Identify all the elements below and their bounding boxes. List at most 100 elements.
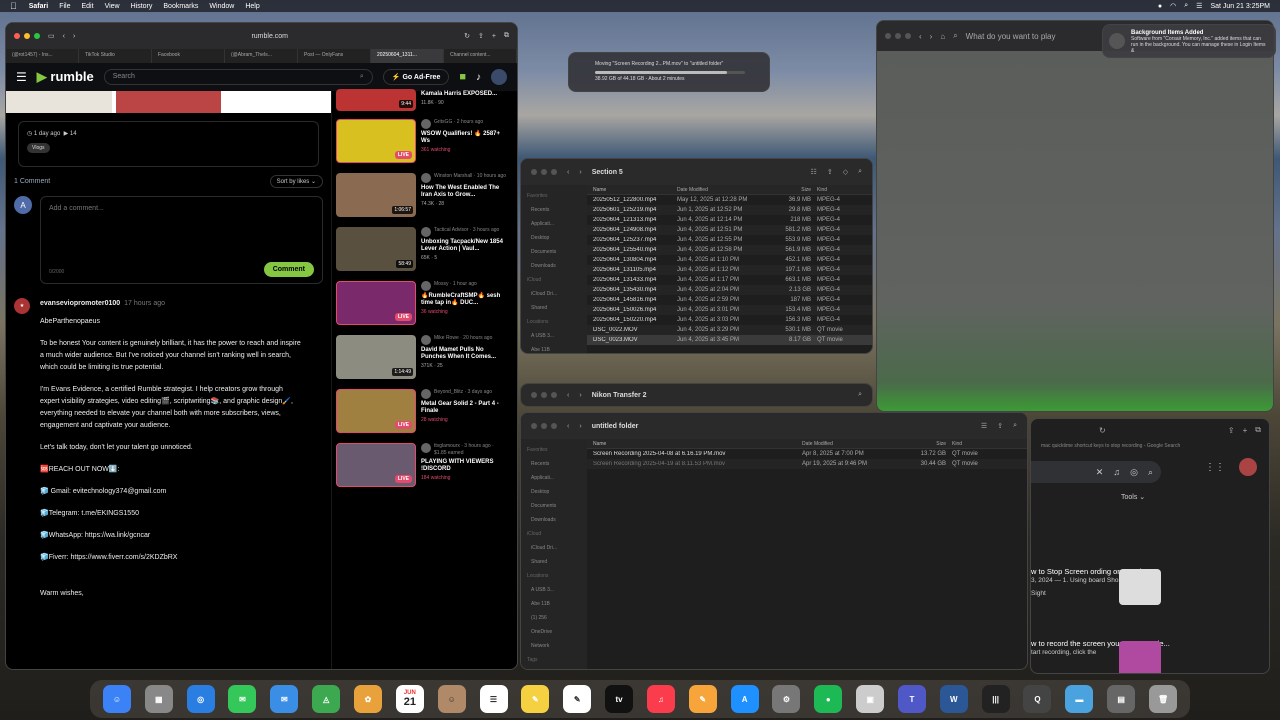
dock-calendar-icon[interactable]: JUN 21 (395, 685, 424, 713)
sidebar-item[interactable]: Shared (527, 555, 581, 569)
share-icon[interactable]: ⇪ (827, 168, 833, 176)
dock-preview-icon[interactable]: ▣ (856, 685, 885, 713)
dock-settings-icon[interactable]: ⚙ (772, 685, 801, 713)
dock-tv-icon[interactable]: tv (605, 685, 634, 713)
file-row[interactable]: 20250604_131433.mp4 Jun 4, 2025 at 1:17 P… (587, 275, 872, 285)
sidebar-item[interactable]: A USB 3... (527, 329, 581, 343)
tab-overview-icon[interactable]: ⧉ (504, 32, 509, 40)
dock-notes-icon[interactable]: ✎ (521, 685, 550, 713)
sidebar-item[interactable]: (1) 256 (527, 611, 581, 625)
video-thumbnail[interactable]: LIVE (336, 281, 416, 325)
video-thumbnail[interactable]: 1:06:57 (336, 173, 416, 217)
tab-overview-icon[interactable]: ⧉ (1255, 425, 1261, 435)
file-row[interactable]: 20250604_150026.mp4 Jun 4, 2025 at 3:01 P… (587, 305, 872, 315)
sidebar-item[interactable]: Downloads (527, 259, 581, 273)
commenter-avatar[interactable]: ★ (14, 298, 30, 314)
forward-icon[interactable]: › (579, 423, 581, 430)
dock-finder-icon[interactable]: ☺ (102, 685, 131, 713)
video-thumbnail[interactable]: LIVE (336, 119, 416, 163)
video-thumbnail[interactable]: LIVE (336, 443, 416, 487)
col-name[interactable]: Name (587, 441, 802, 447)
search-icon[interactable]: ⌕ (360, 73, 364, 81)
search-icon[interactable]: ⌕ (858, 391, 862, 399)
dock-downloads-icon[interactable]: ▤ (1107, 685, 1136, 713)
address-bar[interactable]: rumble.com (251, 33, 288, 40)
dock-pages-icon[interactable]: ✎ (688, 685, 717, 713)
menu-history[interactable]: History (131, 3, 153, 10)
related-thumb[interactable] (6, 91, 112, 113)
status-search-icon[interactable]: ⌕ (1184, 2, 1188, 10)
sidebar-item[interactable]: OneDrive (527, 625, 581, 639)
video-title[interactable]: David Mamet Pulls No Punches When It Com… (421, 347, 507, 361)
dock-app-store-icon[interactable]: A (730, 685, 759, 713)
upload-icon[interactable]: ■ (459, 71, 466, 83)
back-icon[interactable]: ‹ (63, 33, 65, 40)
related-thumb[interactable] (225, 91, 331, 113)
sidebar-item[interactable]: iCloud Dri... (527, 287, 581, 301)
dock-messages-icon[interactable]: ✉ (228, 685, 257, 713)
hamburger-menu-icon[interactable]: ☰ (16, 70, 27, 84)
sidebar-item[interactable]: Applicati... (527, 217, 581, 231)
col-date[interactable]: Date Modified (802, 441, 892, 447)
sidebar-item[interactable]: Abe 11B (527, 597, 581, 611)
dock-spotify-icon[interactable]: ● (814, 685, 843, 713)
video-card[interactable]: 1:14:49 Mike Rowe · 20 hours ago David Ma… (336, 335, 507, 381)
video-title[interactable]: PLAYING WITH VIEWERS !DISCORD (421, 459, 507, 473)
back-icon[interactable]: ‹ (919, 32, 922, 41)
dock-quicktime-icon[interactable]: Q (1023, 685, 1052, 713)
sidebar-item[interactable]: Documents (527, 245, 581, 259)
go-adfree-button[interactable]: ⚡ Go Ad-Free (382, 69, 450, 85)
video-card[interactable]: 9:44 Kamala Harris EXPOSED... 11.8K · 90 (336, 89, 507, 111)
window-controls[interactable] (531, 423, 557, 429)
back-icon[interactable]: ‹ (567, 423, 569, 430)
back-icon[interactable]: ‹ (567, 392, 569, 399)
menu-file[interactable]: File (59, 3, 70, 10)
sidebar-item[interactable]: Abe 11B (527, 343, 581, 353)
dock-freeform-icon[interactable]: ✎ (563, 685, 592, 713)
apps-grid-icon[interactable]: ⋮⋮ (1205, 462, 1225, 473)
window-controls[interactable] (885, 33, 911, 39)
video-card[interactable]: LIVE ttvglamourx · 3 hours ago · $1.85 e… (336, 443, 507, 489)
tab-youtube[interactable]: Channel content... (444, 49, 517, 63)
dock-reminders-icon[interactable]: ☰ (479, 685, 508, 713)
menu-view[interactable]: View (105, 3, 120, 10)
dock-launchpad-icon[interactable]: ▦ (144, 685, 173, 713)
tab-facebook[interactable]: Facebook (152, 49, 225, 63)
window-controls[interactable] (531, 169, 557, 175)
result-thumbnail[interactable] (1119, 641, 1161, 673)
tab-onlyfans[interactable]: Post — OnlyFans (298, 49, 371, 63)
search-icon[interactable]: ⌕ (1148, 467, 1153, 478)
col-date[interactable]: Date Modified (677, 187, 769, 193)
related-thumb[interactable] (115, 91, 222, 113)
file-row[interactable]: 20250604_150220.mp4 Jun 4, 2025 at 3:03 P… (587, 315, 872, 325)
category-tag[interactable]: Vlogs (27, 143, 50, 153)
status-wifi-icon[interactable]: ◠ (1170, 2, 1176, 10)
view-list-icon[interactable]: ☰ (981, 422, 987, 430)
sidebar-item[interactable]: A USB 3... (527, 583, 581, 597)
sidebar-item[interactable]: Desktop (527, 485, 581, 499)
sidebar-item[interactable]: Downloads (527, 513, 581, 527)
file-row[interactable]: DSC_0023.MOV Jun 4, 2025 at 3:45 PM 8.17 G… (587, 335, 872, 345)
reload-icon[interactable]: ↻ (1099, 426, 1106, 435)
menu-window[interactable]: Window (209, 3, 234, 10)
view-options-icon[interactable]: ☷ (811, 168, 817, 176)
col-size[interactable]: Size (892, 441, 952, 447)
video-card[interactable]: LIVE Beyond_Blitz · 3 days ago Metal Gear… (336, 389, 507, 435)
lens-icon[interactable]: ◎ (1130, 467, 1138, 478)
file-row[interactable]: 20250512_122800.mp4 May 12, 2025 at 12:28… (587, 195, 872, 205)
video-card[interactable]: LIVE Mossy · 1 hour ago 🔥RumbleCraftSMP🔥 … (336, 281, 507, 327)
share-icon[interactable]: ⇪ (478, 32, 484, 40)
video-thumbnail[interactable]: LIVE (336, 389, 416, 433)
tab-rumble[interactable]: 20250604_1311... (371, 49, 444, 63)
search-input[interactable]: Search ⌕ (103, 69, 373, 85)
col-name[interactable]: Name (587, 187, 677, 193)
dock-safari-icon[interactable]: ◎ (186, 685, 215, 713)
commenter-name[interactable]: evanseviopromoter0100 (40, 300, 120, 307)
search-icon[interactable]: ⌕ (858, 168, 862, 176)
search-icon[interactable]: ⌕ (953, 31, 957, 41)
new-tab-icon[interactable]: + (492, 33, 496, 40)
google-search-box[interactable]: ✕ ♫ ◎ ⌕ (1031, 461, 1161, 483)
status-record-icon[interactable]: ● (1158, 3, 1162, 10)
result-thumbnail[interactable] (1119, 569, 1161, 605)
clock[interactable]: Sat Jun 21 3:25PM (1210, 3, 1270, 10)
